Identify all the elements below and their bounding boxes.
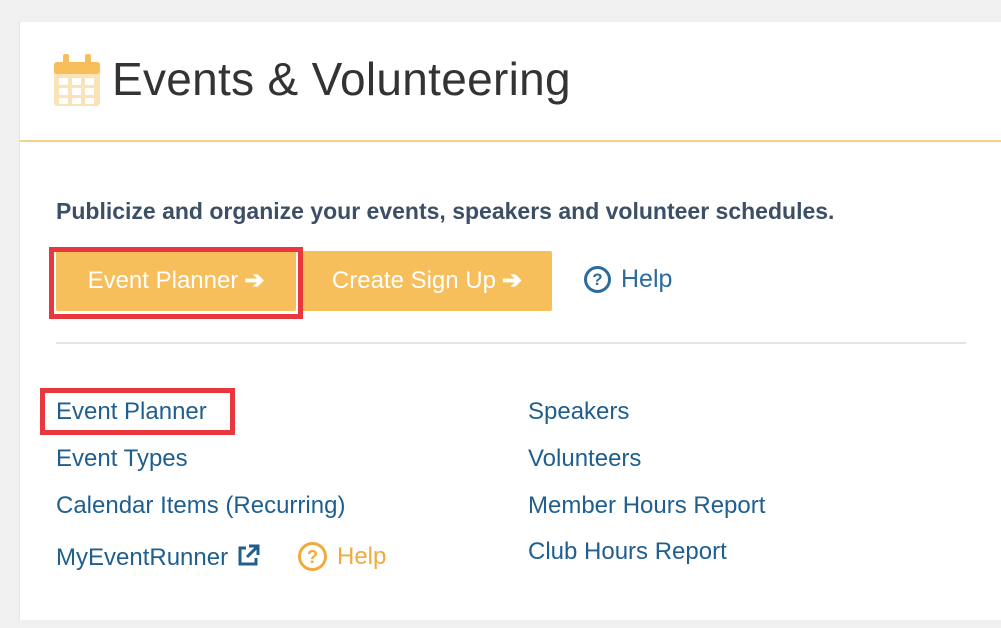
highlight-box-event-planner-button [49,247,303,319]
highlight-box-event-planner-link [40,388,235,435]
section-divider [56,342,966,344]
page-title: Events & Volunteering [112,53,571,105]
calendar-items-link[interactable]: Calendar Items (Recurring) [56,492,345,520]
myeventrunner-help-link[interactable]: ? Help [298,542,386,571]
arrow-right-icon: ➔ [501,267,523,294]
section-description: Publicize and organize your events, spea… [56,198,835,224]
myeventrunner-link[interactable]: MyEventRunner [56,544,260,572]
myeventrunner-help-label: Help [337,542,387,570]
create-sign-up-button-label: Create Sign Up [331,267,496,294]
member-hours-report-link[interactable]: Member Hours Report [528,492,765,520]
create-sign-up-button[interactable]: Create Sign Up ➔ [302,251,552,311]
myeventrunner-link-label: MyEventRunner [56,544,229,571]
club-hours-report-link[interactable]: Club Hours Report [528,538,727,566]
event-types-link[interactable]: Event Types [56,445,188,473]
external-link-icon [238,544,260,566]
question-circle-icon: ? [584,266,611,293]
card-header: Events & Volunteering [20,22,1001,142]
help-link-label: Help [621,265,673,293]
question-circle-icon: ? [298,542,327,571]
speakers-link[interactable]: Speakers [528,398,629,426]
help-link[interactable]: ? Help [584,265,672,294]
events-volunteering-card: Events & Volunteering Publicize and orga… [19,22,1001,620]
volunteers-link[interactable]: Volunteers [528,445,641,473]
calendar-icon [54,54,100,106]
